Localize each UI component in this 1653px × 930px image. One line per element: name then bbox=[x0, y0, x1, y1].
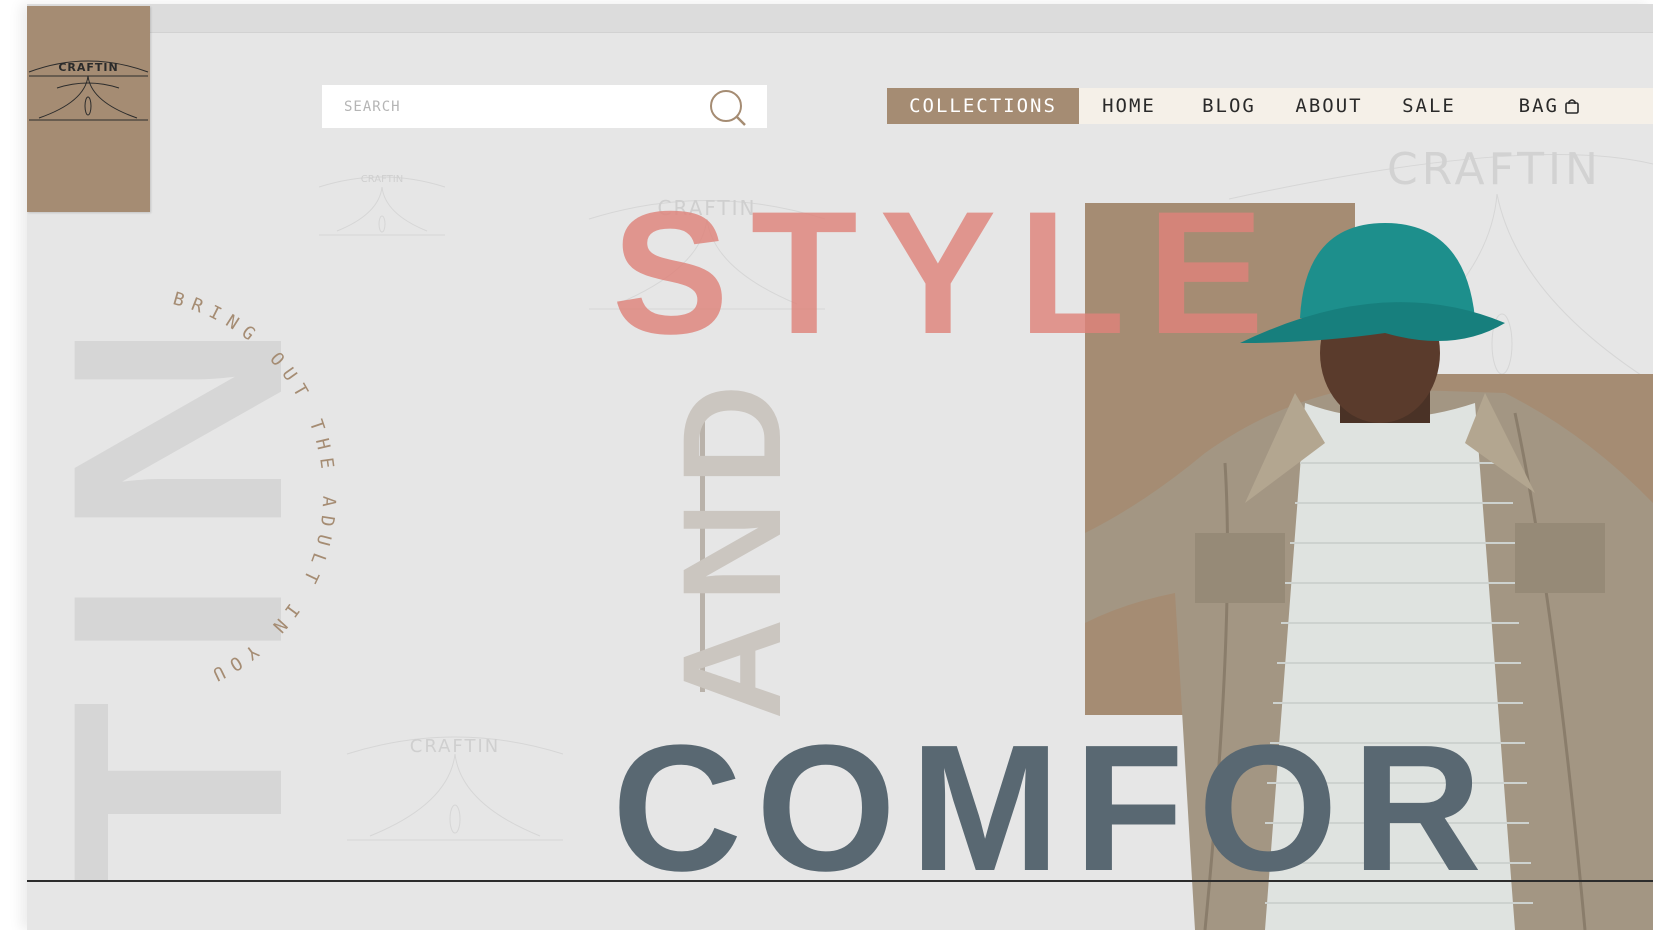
nav-item-label: SALE bbox=[1402, 95, 1456, 117]
search-input[interactable] bbox=[322, 85, 702, 128]
logo-text: CRAFTIN bbox=[58, 61, 119, 74]
page-frame: CRAFTIN CRAFTIN CRAFTIN CRAFTIN TIN CRAF… bbox=[27, 4, 1653, 930]
bottom-divider bbox=[27, 880, 1653, 882]
nav-bag[interactable]: BAG bbox=[1479, 88, 1579, 124]
watermark-text: CRAFTIN bbox=[409, 736, 501, 757]
watermark-logo-1: CRAFTIN bbox=[317, 169, 447, 239]
nav-item-label: COLLECTIONS bbox=[909, 95, 1057, 117]
search-icon[interactable] bbox=[708, 88, 748, 128]
watermark-logo-3: CRAFTIN bbox=[345, 724, 565, 844]
top-strip bbox=[27, 4, 1653, 33]
watermark-text: CRAFTIN bbox=[360, 174, 404, 185]
nav-item-label: ABOUT bbox=[1295, 95, 1363, 117]
nav-item-label: BLOG bbox=[1202, 95, 1256, 117]
nav-item-label: BAG bbox=[1518, 95, 1559, 117]
nav-collections[interactable]: COLLECTIONS bbox=[887, 88, 1079, 124]
svg-text:BRING OUT THE ADULT IN YOU: BRING OUT THE ADULT IN YOU bbox=[171, 288, 340, 688]
tagline-arc: BRING OUT THE ADULT IN YOU bbox=[171, 288, 340, 688]
shopping-bag-icon bbox=[1565, 99, 1579, 114]
headline-and: AND bbox=[653, 368, 810, 720]
main-nav: COLLECTIONS HOME BLOG ABOUT SALE BAG bbox=[887, 88, 1653, 124]
watermark-text: CRAFTIN bbox=[1387, 144, 1602, 195]
tagline-text: BRING OUT THE ADULT IN YOU bbox=[171, 288, 332, 688]
nav-home[interactable]: HOME bbox=[1079, 88, 1179, 124]
logo-emblem-icon bbox=[28, 60, 149, 121]
nav-item-label: HOME bbox=[1102, 95, 1156, 117]
brand-logo[interactable]: CRAFTIN bbox=[27, 6, 150, 212]
nav-about[interactable]: ABOUT bbox=[1279, 88, 1379, 124]
nav-blog[interactable]: BLOG bbox=[1179, 88, 1279, 124]
headline-comfort: COMFOR bbox=[612, 708, 1496, 909]
search-box bbox=[322, 85, 767, 128]
nav-sale[interactable]: SALE bbox=[1379, 88, 1479, 124]
